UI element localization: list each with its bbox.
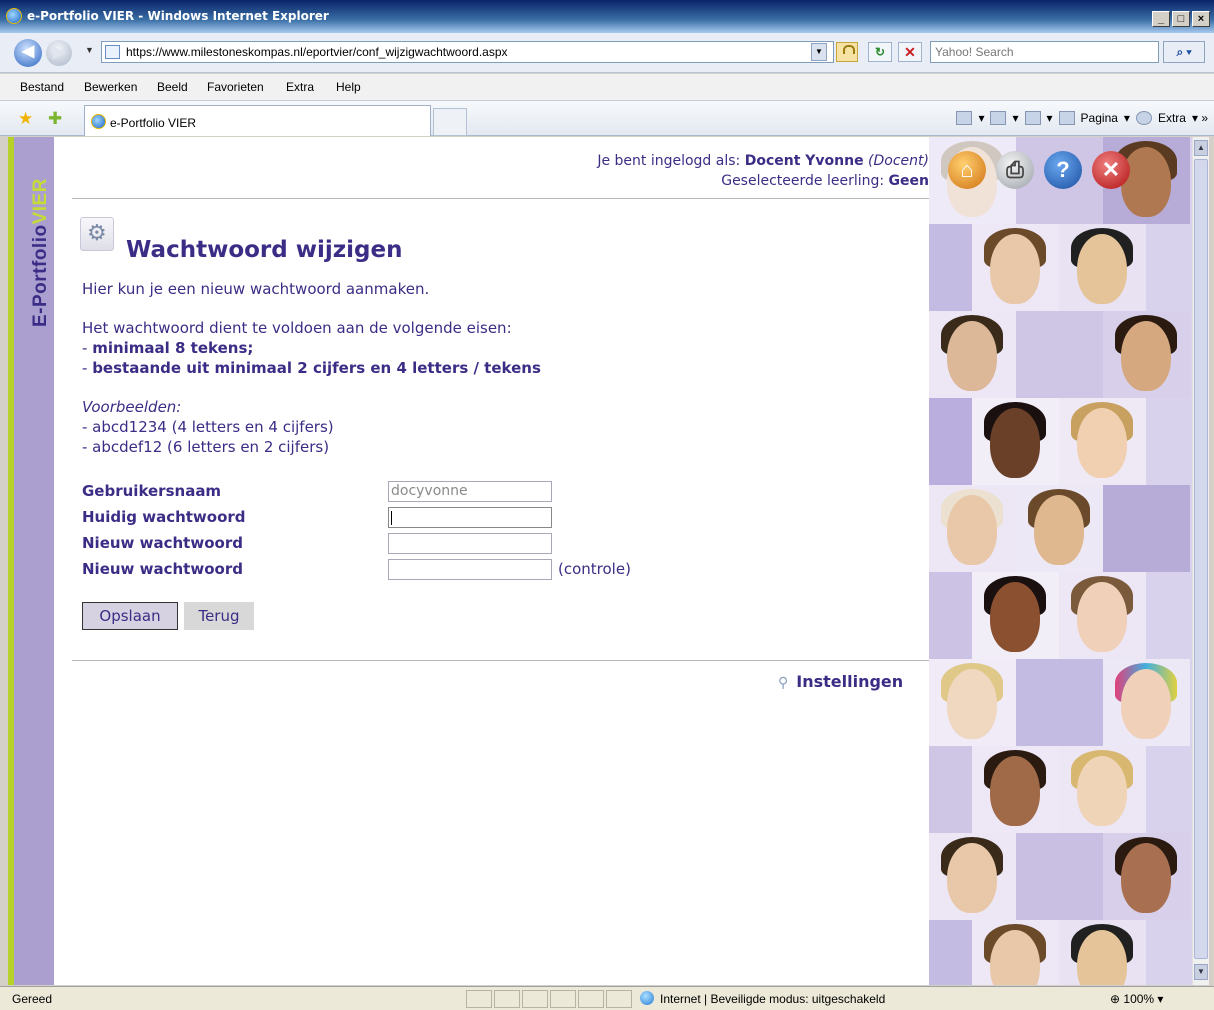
print-icon[interactable]	[1024, 111, 1041, 125]
new-password-label: Nieuw wachtwoord	[82, 534, 243, 552]
eportfolio-logo: E-PortfolioVIER	[30, 178, 51, 327]
tools-menu[interactable]: Extra	[1158, 111, 1186, 125]
scroll-thumb[interactable]	[1194, 159, 1208, 959]
history-dropdown-icon[interactable]: ▼	[85, 45, 94, 55]
current-password-label: Huidig wachtwoord	[82, 508, 246, 526]
url-dropdown-button[interactable]: ▼	[811, 43, 827, 61]
footer-divider	[72, 660, 929, 661]
menu-bar: Bestand Bewerken Beeld Favorieten Extra …	[0, 74, 1214, 101]
lock-icon[interactable]	[836, 42, 858, 62]
new-password-field[interactable]	[388, 533, 552, 554]
student-label: Geselecteerde leerling:	[721, 173, 885, 189]
back-nav-button[interactable]: ◀	[14, 39, 42, 67]
confirm-password-field[interactable]	[388, 559, 552, 580]
username-label: Gebruikersnaam	[82, 482, 222, 500]
close-window-button[interactable]: ×	[1192, 11, 1210, 27]
current-password-field[interactable]	[388, 507, 552, 528]
menu-bewerken[interactable]: Bewerken	[84, 80, 137, 94]
search-input[interactable]: Yahoo! Search	[930, 41, 1159, 63]
menu-bestand[interactable]: Bestand	[20, 80, 64, 94]
photo-collage	[929, 137, 1192, 985]
requirements-intro: Het wachtwoord dient te voldoen aan de v…	[82, 319, 512, 337]
internet-zone-icon	[640, 991, 654, 1005]
user-name: Docent Yvonne	[744, 153, 864, 169]
header-icons: ⌂ ⎙ ? ✕	[948, 151, 1130, 189]
refresh-icon[interactable]: ↻	[868, 42, 892, 62]
intro-text: Hier kun je een nieuw wachtwoord aanmake…	[82, 280, 430, 298]
user-role: (Docent)	[868, 153, 929, 169]
user-info: Je bent ingelogd als: Docent Yvonne (Doc…	[597, 151, 929, 191]
page-icon	[105, 45, 120, 59]
favorites-star-icon[interactable]: ★	[18, 109, 33, 129]
browser-tab[interactable]: e-Portfolio VIER	[84, 105, 431, 136]
address-bar: ◀ ▶ ▼ https://www.milestoneskompas.nl/ep…	[0, 33, 1214, 73]
logged-in-label: Je bent ingelogd als:	[597, 153, 741, 169]
confirm-hint: (controle)	[558, 560, 631, 578]
scroll-up-arrow[interactable]: ▲	[1194, 140, 1208, 156]
menu-beeld[interactable]: Beeld	[157, 80, 188, 94]
window-title: e-Portfolio VIER - Windows Internet Expl…	[27, 9, 329, 23]
home-icon[interactable]	[956, 111, 973, 125]
print-icon[interactable]: ⎙	[996, 151, 1034, 189]
status-text: Gereed	[12, 992, 53, 1006]
left-brand-bar: E-PortfolioVIER	[8, 137, 54, 985]
url-text: https://www.milestoneskompas.nl/eportvie…	[126, 45, 508, 59]
favorites-bar: ★ ✚ e-Portfolio VIER ▾ ▾ ▾ Pagina ▾ Extra…	[0, 101, 1214, 136]
new-tab-button[interactable]	[433, 108, 467, 136]
maximize-button[interactable]: □	[1172, 11, 1190, 27]
header-divider	[72, 198, 929, 199]
search-button[interactable]: ⌕ ▾	[1163, 41, 1205, 63]
home-icon[interactable]: ⌂	[948, 151, 986, 189]
username-field: docyvonne	[388, 481, 552, 502]
selected-student: Geen	[888, 173, 929, 189]
minimize-button[interactable]: _	[1152, 11, 1170, 27]
page-title: Wachtwoord wijzigen	[126, 237, 403, 263]
help-icon[interactable]: ?	[1044, 151, 1082, 189]
tab-ie-icon	[91, 114, 106, 129]
magnifier-gear-icon: ⚲	[778, 675, 789, 691]
vertical-scrollbar[interactable]: ▲ ▼	[1192, 137, 1209, 985]
requirement-1: - minimaal 8 tekens;	[82, 339, 254, 357]
security-zone[interactable]: Internet | Beveiligde modus: uitgeschake…	[660, 992, 885, 1006]
command-bar: ▾ ▾ ▾ Pagina ▾ Extra ▾ »	[956, 111, 1208, 125]
example-1: - abcd1234 (4 letters en 4 cijfers)	[82, 418, 334, 436]
example-2: - abcdef12 (6 letters en 2 cijfers)	[82, 438, 330, 456]
zoom-level[interactable]: ⊕ 100% ▾	[1110, 992, 1163, 1006]
ie-logo-icon	[6, 8, 22, 24]
stop-icon[interactable]: ✕	[898, 42, 922, 62]
menu-favorieten[interactable]: Favorieten	[207, 80, 264, 94]
requirement-2: - bestaande uit minimaal 2 cijfers en 4 …	[82, 359, 541, 377]
page-menu-icon	[1058, 111, 1075, 125]
page-content: E-PortfolioVIER Je bent ingelogd als: Do…	[8, 137, 1192, 985]
scroll-down-arrow[interactable]: ▼	[1194, 964, 1208, 980]
examples-heading: Voorbeelden:	[82, 398, 182, 416]
confirm-password-label: Nieuw wachtwoord	[82, 560, 243, 578]
feeds-icon[interactable]	[990, 111, 1007, 125]
tab-title: e-Portfolio VIER	[110, 116, 197, 130]
forward-nav-button[interactable]: ▶	[46, 40, 72, 66]
settings-gear-icon	[80, 217, 114, 251]
page-menu[interactable]: Pagina	[1081, 111, 1118, 125]
back-button[interactable]: Terug	[184, 602, 254, 630]
save-button[interactable]: Opslaan	[82, 602, 178, 630]
settings-link[interactable]: ⚲ Instellingen	[778, 672, 903, 691]
logout-close-icon[interactable]: ✕	[1092, 151, 1130, 189]
menu-extra[interactable]: Extra	[286, 80, 314, 94]
menu-help[interactable]: Help	[336, 80, 361, 94]
status-bar: Gereed Internet | Beveiligde modus: uitg…	[0, 986, 1214, 1010]
add-favorite-icon[interactable]: ✚	[48, 109, 62, 129]
url-field[interactable]: https://www.milestoneskompas.nl/eportvie…	[101, 41, 834, 63]
tools-icon	[1135, 111, 1152, 125]
window-titlebar: e-Portfolio VIER - Windows Internet Expl…	[0, 0, 1214, 33]
